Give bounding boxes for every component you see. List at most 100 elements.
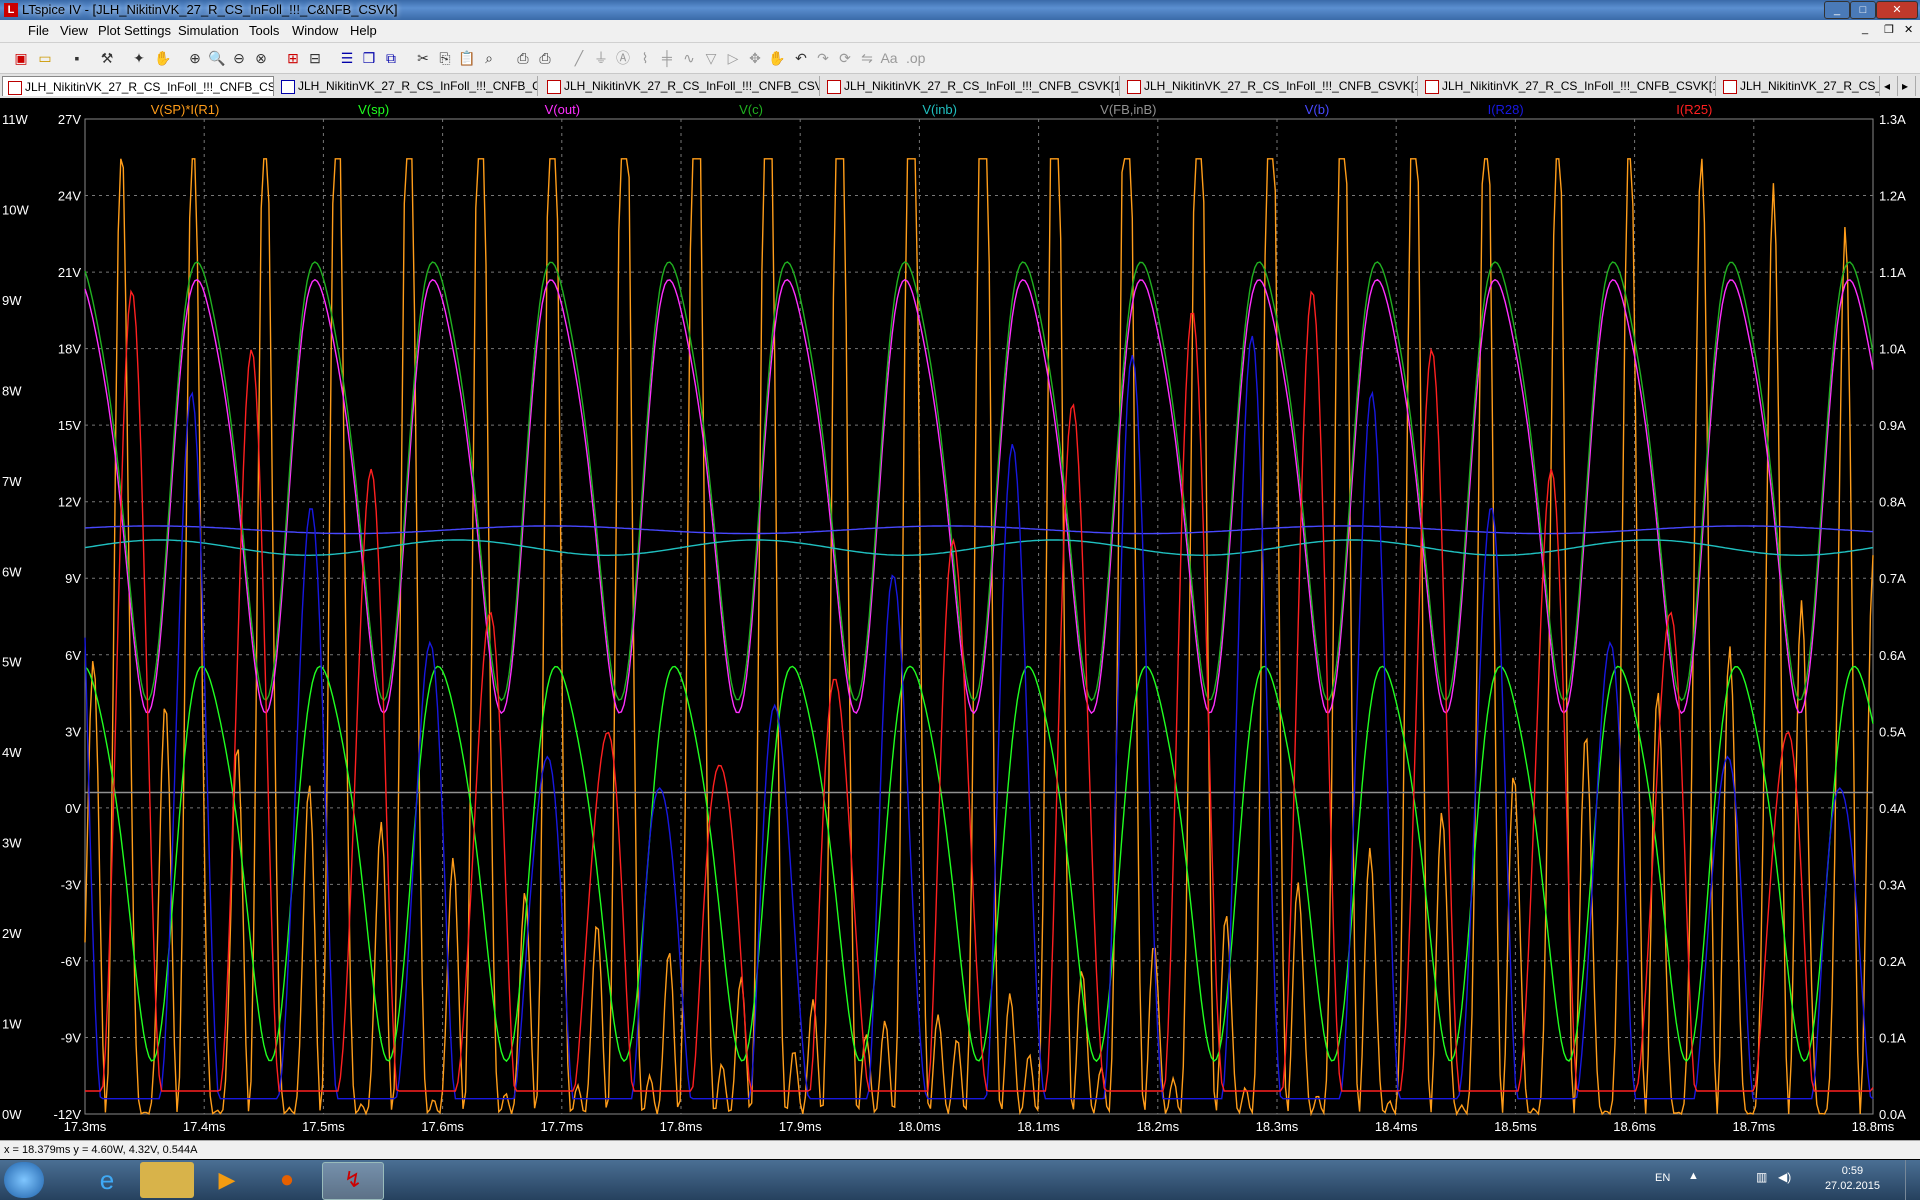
- tab-scroll-left[interactable]: ◂: [1880, 76, 1898, 96]
- tab-fft-13[interactable]: JLH_NikitinVK_27_R_CS_InF: [1718, 76, 1880, 96]
- a-axis-tick-label: 1.1A: [1879, 265, 1906, 280]
- firefox-icon[interactable]: ●: [260, 1162, 314, 1198]
- new-schematic-icon[interactable]: ▣: [12, 49, 30, 67]
- rotate-icon[interactable]: ⟳: [836, 49, 854, 67]
- a-axis-tick-label: 0.8A: [1879, 495, 1906, 510]
- maximize-button[interactable]: □: [1850, 1, 1876, 19]
- mdi-close-button[interactable]: ✕: [1904, 23, 1913, 36]
- w-axis-tick-label: 8W: [2, 383, 22, 398]
- tile-horizontal-icon[interactable]: ☰: [338, 49, 356, 67]
- drag-icon[interactable]: ✋: [768, 49, 786, 67]
- tab-fft-10[interactable]: JLH_NikitinVK_27_R_CS_InFoll_!!!_CNFB_CS…: [822, 76, 1120, 96]
- autorange-icon[interactable]: ⊞: [284, 49, 302, 67]
- zoom-out-icon[interactable]: ⊖: [230, 49, 248, 67]
- waveform-plot-pane[interactable]: 17.3ms 17.4ms 17.5ms 17.6ms 17.7ms 17.8ms 17.9…: [0, 98, 1920, 1138]
- undo-icon[interactable]: ↶: [792, 49, 810, 67]
- diode-icon[interactable]: ▽: [702, 49, 720, 67]
- resistor-icon[interactable]: ⌇: [636, 49, 654, 67]
- a-axis-tick-label: 0.2A: [1879, 954, 1906, 969]
- start-button[interactable]: [4, 1162, 44, 1198]
- mdi-minimize-button[interactable]: _: [1862, 23, 1868, 35]
- media-player-icon[interactable]: ▶: [200, 1162, 254, 1198]
- copy-icon[interactable]: ⎘: [436, 49, 454, 67]
- ltspice-taskbar-icon[interactable]: ↯: [322, 1162, 384, 1200]
- menu-simulation[interactable]: Simulation: [178, 23, 239, 38]
- a-axis-tick-label: 0.1A: [1879, 1030, 1906, 1045]
- language-indicator[interactable]: EN: [1655, 1172, 1670, 1184]
- find-icon[interactable]: ⌕: [480, 49, 498, 67]
- grid-icon[interactable]: ⊟: [306, 49, 324, 67]
- zoom-in-icon[interactable]: ⊕: [186, 49, 204, 67]
- legend-label: I(R28): [1488, 102, 1524, 117]
- tab-fft[interactable]: JLH_NikitinVK_27_R_CS_InFoll_!!!_CNFB_CS…: [542, 76, 820, 96]
- network-icon[interactable]: ▥: [1756, 1170, 1767, 1184]
- legend-label: V(SP)*I(R1): [151, 102, 220, 117]
- settings-icon[interactable]: ⚒: [98, 49, 116, 67]
- mirror-icon[interactable]: ⇋: [858, 49, 876, 67]
- tab-waveform-active[interactable]: JLH_NikitinVK_27_R_CS_InFoll_!!!_CNFB_CS…: [2, 76, 274, 96]
- zoom-area-icon[interactable]: 🔍: [208, 49, 226, 67]
- text-icon[interactable]: Aa: [880, 49, 898, 67]
- plot-area: [84, 118, 1874, 1115]
- title-bar: L LTspice IV - [JLH_NikitinVK_27_R_CS_In…: [0, 0, 1920, 20]
- mdi-restore-button[interactable]: ❐: [1884, 23, 1894, 36]
- w-axis-tick-label: 2W: [2, 926, 22, 941]
- tray-expand-icon[interactable]: ▲: [1688, 1170, 1699, 1182]
- x-tick-label: 18.7ms: [1732, 1119, 1775, 1134]
- a-axis-tick-label: 1.3A: [1879, 112, 1906, 127]
- menu-plot-settings[interactable]: Plot Settings: [98, 23, 171, 38]
- tab-scroll-right[interactable]: ▸: [1898, 76, 1916, 96]
- internet-explorer-icon[interactable]: e: [80, 1162, 134, 1198]
- wire-icon[interactable]: ╱: [570, 49, 588, 67]
- print-preview-icon[interactable]: ⎙: [536, 49, 554, 67]
- tab-schematic[interactable]: JLH_NikitinVK_27_R_CS_InFoll_!!!_CNFB_CS…: [276, 76, 538, 96]
- label-icon[interactable]: Ⓐ: [614, 49, 632, 67]
- cut-icon[interactable]: ✂: [414, 49, 432, 67]
- halt-icon[interactable]: ✋: [154, 49, 172, 67]
- file-explorer-icon[interactable]: [140, 1162, 194, 1198]
- save-icon[interactable]: ▪: [68, 49, 86, 67]
- menu-tools[interactable]: Tools: [249, 23, 279, 38]
- v-axis-tick-label: 18V: [58, 342, 81, 357]
- a-axis-tick-label: 0.0A: [1879, 1107, 1906, 1122]
- w-axis-tick-label: 0W: [2, 1107, 22, 1122]
- tile-vertical-icon[interactable]: ⧉: [382, 49, 400, 67]
- close-button[interactable]: ✕: [1876, 1, 1918, 19]
- taskbar-clock[interactable]: 0:59 27.02.2015: [1825, 1164, 1880, 1194]
- minimize-button[interactable]: _: [1824, 1, 1850, 19]
- open-folder-icon[interactable]: ▭: [36, 49, 54, 67]
- menu-file[interactable]: File: [28, 23, 49, 38]
- volume-icon[interactable]: ◀): [1778, 1170, 1791, 1184]
- legend-label: V(FB,inB): [1100, 102, 1156, 117]
- v-axis-tick-label: 12V: [58, 495, 81, 510]
- x-tick-label: 17.8ms: [660, 1119, 703, 1134]
- redo-icon[interactable]: ↷: [814, 49, 832, 67]
- x-tick-label: 17.5ms: [302, 1119, 345, 1134]
- x-tick-label: 17.7ms: [540, 1119, 583, 1134]
- v-axis-tick-label: 6V: [65, 648, 81, 663]
- component-icon[interactable]: ▷: [724, 49, 742, 67]
- spice-directive-icon[interactable]: .op: [906, 49, 925, 67]
- x-tick-label: 17.4ms: [183, 1119, 226, 1134]
- capacitor-icon[interactable]: ╪: [658, 49, 676, 67]
- clock-time: 0:59: [1841, 1165, 1864, 1177]
- v-axis-tick-label: 21V: [58, 265, 81, 280]
- zoom-fit-icon[interactable]: ⊗: [252, 49, 270, 67]
- w-axis-tick-label: 9W: [2, 293, 22, 308]
- show-desktop-button[interactable]: [1905, 1160, 1920, 1200]
- x-tick-label: 18.5ms: [1494, 1119, 1537, 1134]
- cascade-icon[interactable]: ❒: [360, 49, 378, 67]
- run-icon[interactable]: ✦: [130, 49, 148, 67]
- menu-window[interactable]: Window: [292, 23, 338, 38]
- move-icon[interactable]: ✥: [746, 49, 764, 67]
- menu-help[interactable]: Help: [350, 23, 377, 38]
- menu-view[interactable]: View: [60, 23, 88, 38]
- ground-icon[interactable]: ⏚: [592, 49, 610, 67]
- tab-fft-12[interactable]: JLH_NikitinVK_27_R_CS_InFoll_!!!_CNFB_CS…: [1420, 76, 1716, 96]
- print-icon[interactable]: ⎙: [514, 49, 532, 67]
- fft-tab-icon: [1425, 80, 1439, 94]
- inductor-icon[interactable]: ∿: [680, 49, 698, 67]
- tab-fft-11[interactable]: JLH_NikitinVK_27_R_CS_InFoll_!!!_CNFB_CS…: [1122, 76, 1418, 96]
- paste-icon[interactable]: 📋: [458, 49, 476, 67]
- clock-date: 27.02.2015: [1824, 1180, 1880, 1192]
